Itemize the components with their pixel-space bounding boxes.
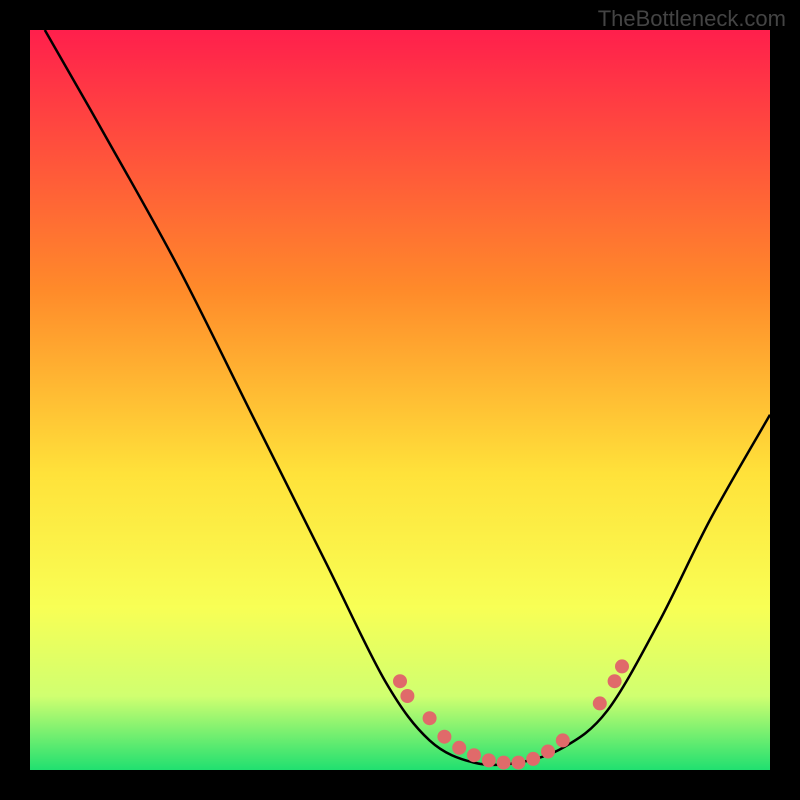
marker-point bbox=[393, 674, 407, 688]
marker-point bbox=[497, 756, 511, 770]
chart-svg bbox=[30, 30, 770, 770]
plot-area bbox=[30, 30, 770, 770]
marker-point bbox=[423, 711, 437, 725]
marker-point bbox=[608, 674, 622, 688]
marker-point bbox=[615, 659, 629, 673]
marker-point bbox=[467, 748, 481, 762]
chart-container: TheBottleneck.com bbox=[0, 0, 800, 800]
marker-point bbox=[437, 730, 451, 744]
gradient-background bbox=[30, 30, 770, 770]
marker-point bbox=[541, 745, 555, 759]
marker-point bbox=[593, 696, 607, 710]
marker-point bbox=[511, 756, 525, 770]
marker-point bbox=[526, 752, 540, 766]
marker-point bbox=[556, 733, 570, 747]
marker-point bbox=[400, 689, 414, 703]
marker-point bbox=[452, 741, 466, 755]
marker-point bbox=[482, 753, 496, 767]
watermark-text: TheBottleneck.com bbox=[598, 6, 786, 32]
